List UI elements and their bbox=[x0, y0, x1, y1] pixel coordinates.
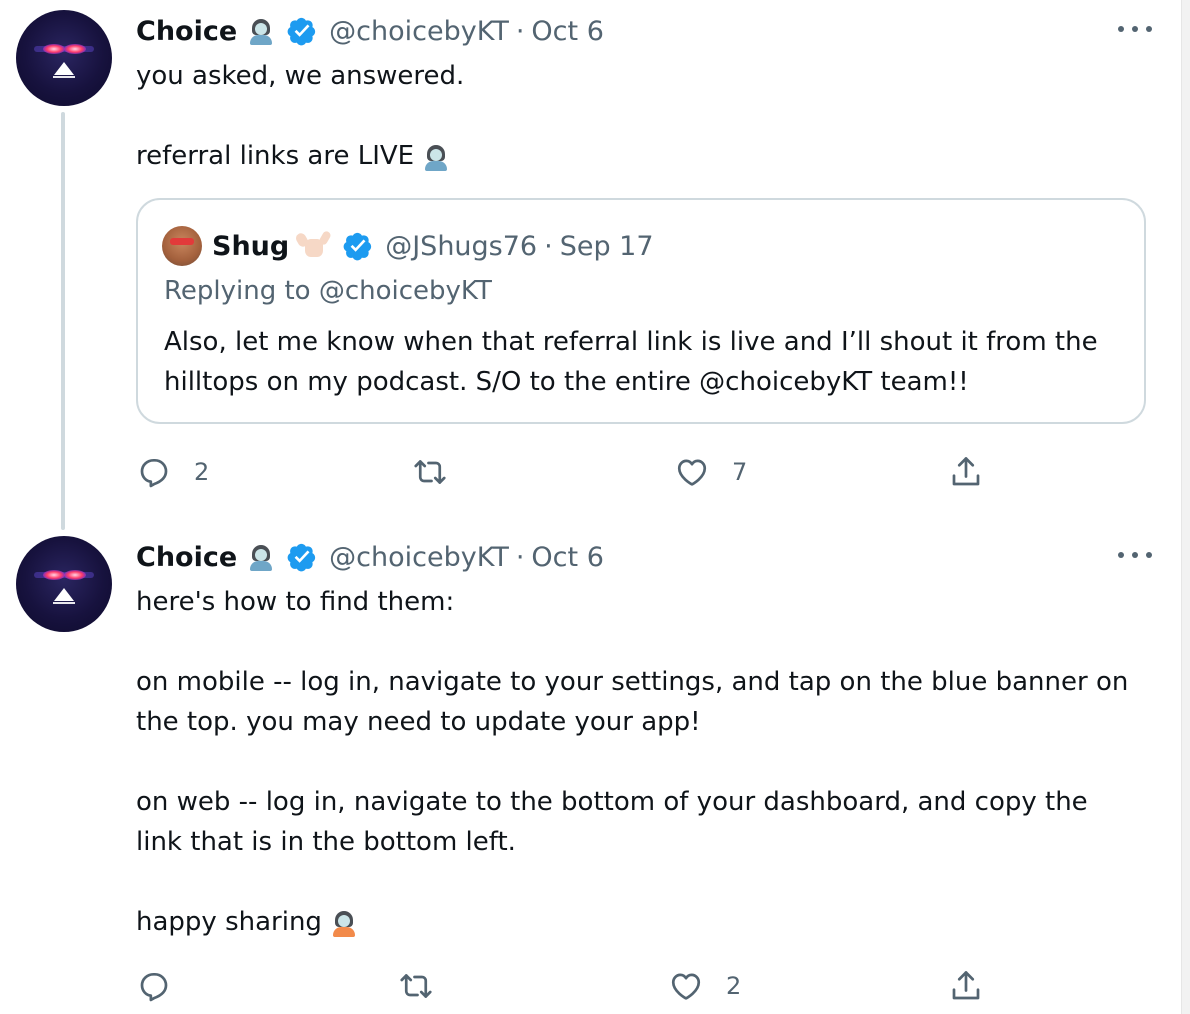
share-button[interactable] bbox=[948, 452, 984, 492]
more-options-button[interactable] bbox=[1118, 545, 1152, 565]
quoted-tweet-text: Also, let me know when that referral lin… bbox=[164, 322, 1124, 402]
quoted-tweet-header: Shug @JShugs76 · Sep 17 bbox=[212, 226, 654, 266]
like-count: 7 bbox=[732, 458, 748, 486]
like-button[interactable]: 2 bbox=[668, 966, 741, 1006]
quoted-text-line: hilltops on my podcast. S/O to the entir… bbox=[164, 367, 969, 397]
author-name[interactable]: Choice bbox=[136, 542, 237, 573]
tweet-actions: 2 bbox=[136, 966, 1146, 1006]
author-handle[interactable]: @choicebyKT bbox=[329, 542, 509, 573]
thread-connector-line bbox=[61, 112, 65, 530]
quoted-author-name: Shug bbox=[212, 230, 290, 262]
reply-button[interactable] bbox=[136, 966, 194, 1006]
author-handle[interactable]: @choicebyKT bbox=[329, 16, 509, 47]
tweet-date[interactable]: Oct 6 bbox=[531, 542, 603, 573]
share-icon bbox=[952, 457, 980, 486]
retweet-icon bbox=[400, 974, 432, 998]
retweet-button[interactable] bbox=[398, 966, 456, 1006]
tweet-text-line: happy sharing bbox=[136, 902, 1156, 942]
verified-badge-icon bbox=[287, 17, 316, 46]
person-emoji-icon bbox=[247, 543, 275, 571]
avatar[interactable] bbox=[16, 10, 112, 106]
retweet-icon bbox=[414, 460, 446, 484]
tweet-text-line: on web -- log in, navigate to the bottom… bbox=[136, 787, 1088, 817]
person-emoji-icon bbox=[247, 17, 275, 45]
reply-icon bbox=[140, 458, 168, 488]
more-options-button[interactable] bbox=[1118, 19, 1152, 39]
separator-dot: · bbox=[515, 541, 525, 573]
tweet-header: Choice @choicebyKT · Oct 6 bbox=[136, 539, 604, 575]
person-emoji-icon bbox=[422, 143, 450, 171]
tweet-text-line: here's how to find them: bbox=[136, 587, 455, 617]
reply-button[interactable]: 2 bbox=[136, 452, 209, 492]
reply-icon bbox=[140, 972, 168, 1002]
more-icon bbox=[1118, 26, 1124, 32]
tweet-text-line: you asked, we answered. bbox=[136, 61, 465, 91]
tweet-header: Choice @choicebyKT · Oct 6 bbox=[136, 13, 604, 49]
tweet-text-line: the top. you may need to update your app… bbox=[136, 707, 701, 737]
quoted-avatar[interactable] bbox=[162, 226, 202, 266]
more-icon bbox=[1118, 552, 1124, 558]
quoted-tweet[interactable]: Shug @JShugs76 · Sep 17 Replying to @cho… bbox=[136, 198, 1146, 424]
tweet-text-line: referral links are LIVE bbox=[136, 136, 1156, 176]
like-icon bbox=[671, 973, 701, 1000]
tweet-text: here's how to find them: on mobile -- lo… bbox=[136, 582, 1156, 942]
call-me-hand-icon bbox=[294, 229, 333, 261]
person-emoji-icon bbox=[330, 909, 358, 937]
tweet-text: you asked, we answered. referral links a… bbox=[136, 56, 1156, 176]
like-count: 2 bbox=[726, 972, 742, 1000]
verified-badge-icon bbox=[343, 232, 372, 261]
quoted-tweet-date: Sep 17 bbox=[559, 230, 654, 262]
share-button[interactable] bbox=[948, 966, 984, 1006]
quoted-author-handle: @JShugs76 bbox=[385, 230, 538, 262]
like-icon bbox=[677, 459, 707, 486]
tweet-text-line: on mobile -- log in, navigate to your se… bbox=[136, 667, 1129, 697]
tweet-actions: 2 7 bbox=[136, 452, 1146, 492]
tweet-date[interactable]: Oct 6 bbox=[531, 16, 603, 47]
avatar[interactable] bbox=[16, 536, 112, 632]
tweet-text-line: link that is in the bottom left. bbox=[136, 827, 516, 857]
quoted-text-line: Also, let me know when that referral lin… bbox=[164, 327, 1098, 357]
verified-badge-icon bbox=[287, 543, 316, 572]
reply-count: 2 bbox=[194, 458, 210, 486]
separator-dot: · bbox=[544, 230, 553, 262]
share-icon bbox=[952, 971, 980, 1000]
author-name[interactable]: Choice bbox=[136, 16, 237, 47]
like-button[interactable]: 7 bbox=[674, 452, 747, 492]
replying-to: Replying to @choicebyKT bbox=[164, 276, 492, 306]
separator-dot: · bbox=[515, 15, 525, 47]
scrollbar[interactable] bbox=[1181, 0, 1190, 1014]
retweet-button[interactable] bbox=[412, 452, 470, 492]
